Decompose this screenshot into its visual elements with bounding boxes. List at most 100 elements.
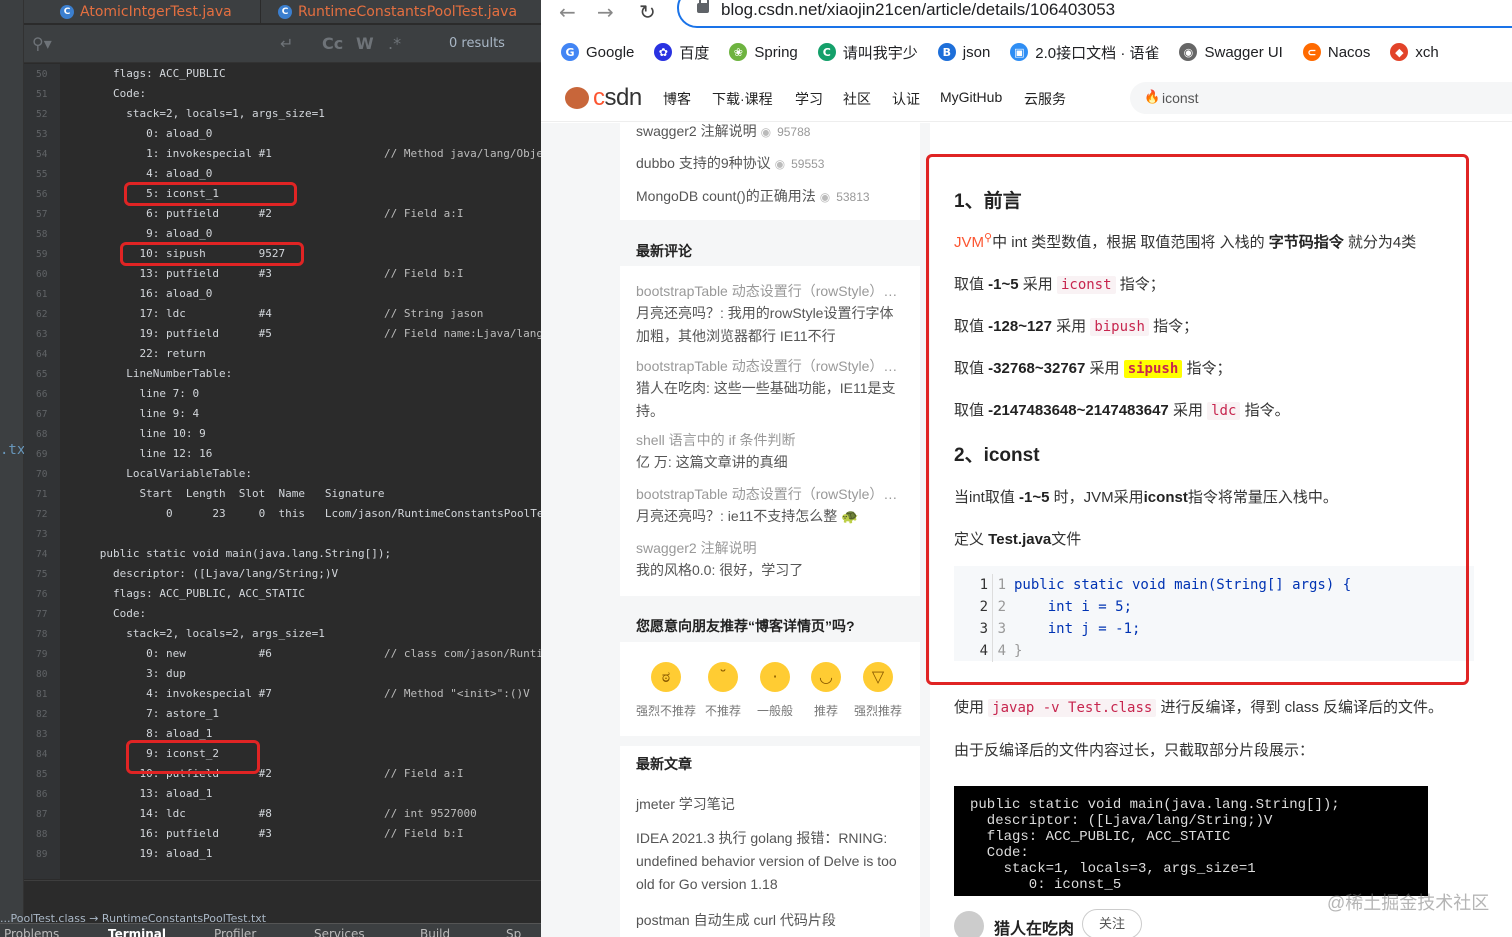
- avatar[interactable]: [954, 911, 984, 937]
- match-case-icon[interactable]: Cc: [322, 34, 343, 53]
- code-line[interactable]: 71 Start Length Slot Name Signature: [24, 484, 541, 504]
- comment-article-link[interactable]: swagger2 注解说明: [636, 538, 906, 558]
- hot-article-item[interactable]: MongoDB count()的正确用法 ◉ 53813: [636, 186, 870, 206]
- code-line[interactable]: 69 line 12: 16: [24, 444, 541, 464]
- code-line[interactable]: 89 19: aload_1: [24, 844, 541, 864]
- code-line[interactable]: 82 7: astore_1: [24, 704, 541, 724]
- whole-words-icon[interactable]: W: [356, 34, 374, 53]
- comment-article-link[interactable]: bootstrapTable 动态设置行（rowStyle）…: [636, 356, 906, 376]
- tool-terminal[interactable]: Terminal: [108, 927, 166, 937]
- code-line[interactable]: 54 1: invokespecial #1 // Method java/lan…: [24, 144, 541, 164]
- code-line[interactable]: 77 Code:: [24, 604, 541, 624]
- nav-blog[interactable]: 博客: [655, 89, 703, 127]
- back-icon[interactable]: ←: [559, 0, 576, 24]
- code-line[interactable]: 64 22: return: [24, 344, 541, 364]
- code-line[interactable]: 85 10: putfield #2// Field a:I: [24, 764, 541, 784]
- search-icon[interactable]: ⚲▾: [32, 34, 52, 53]
- nav-mygithub[interactable]: MyGitHub: [940, 89, 1002, 105]
- code-line[interactable]: 86 13: aload_1: [24, 784, 541, 804]
- hot-article-item[interactable]: swagger2 注解说明 ◉ 95788: [636, 121, 810, 141]
- nav-download-course[interactable]: 下载·课程: [712, 89, 773, 109]
- bookmark-item[interactable]: ▣ 2.0接口文档 · 语雀: [1010, 42, 1159, 63]
- bookmark-item[interactable]: Bjson: [937, 43, 990, 61]
- hot-article-item[interactable]: dubbo 支持的9种协议 ◉ 59553: [636, 153, 824, 173]
- code-line[interactable]: 63 19: putfield #5 // Field name:Ljava/la…: [24, 324, 541, 344]
- code-line[interactable]: 66 line 7: 0: [24, 384, 541, 404]
- bookmark-item[interactable]: ⊂ Nacos: [1302, 43, 1370, 61]
- code-line[interactable]: 76 flags: ACC_PUBLIC, ACC_STATIC: [24, 584, 541, 604]
- lock-icon[interactable]: [697, 0, 709, 13]
- code-line[interactable]: 51 Code:: [24, 84, 541, 104]
- code-line[interactable]: 60 13: putfield #3 // Field b:I: [24, 264, 541, 284]
- code-line[interactable]: 61 16: aload_0: [24, 284, 541, 304]
- code-line[interactable]: 67 line 9: 4: [24, 404, 541, 424]
- ide-window: .tx C AtomicIntgerTest.java C RuntimeCon…: [0, 0, 541, 937]
- nav-community[interactable]: 社区: [843, 89, 871, 109]
- nav-learn[interactable]: 学习: [795, 89, 823, 109]
- project-file-label[interactable]: .tx: [0, 442, 25, 458]
- code-line[interactable]: 62 17: ldc #4 // String jason: [24, 304, 541, 324]
- tool-profiler[interactable]: Profiler: [214, 927, 256, 937]
- code-line[interactable]: 74 public static void main(java.lang.Str…: [24, 544, 541, 564]
- code-line[interactable]: 79 0: new #6 // class com/jason/Runtim: [24, 644, 541, 664]
- comment-article-link[interactable]: bootstrapTable 动态设置行（rowStyle）…: [636, 281, 906, 301]
- bytecode-block[interactable]: public static void main(java.lang.String…: [954, 786, 1428, 896]
- bytecode-line: 0: iconst_5: [970, 877, 1122, 893]
- code-line[interactable]: 68 line 10: 9: [24, 424, 541, 444]
- bookmark-item[interactable]: ❀ Spring: [729, 43, 798, 61]
- tool-sp[interactable]: Sp: [506, 927, 521, 937]
- bookmark-item[interactable]: C 请叫我宇少: [817, 42, 918, 63]
- code-text: 0: aload_0: [60, 127, 213, 140]
- bookmark-item[interactable]: ◉ Swagger UI: [1179, 43, 1283, 61]
- code-line[interactable]: 75 descriptor: ([Ljava/lang/String;)V: [24, 564, 541, 584]
- code-line[interactable]: 80 3: dup: [24, 664, 541, 684]
- url-text[interactable]: blog.csdn.net/xiaojin21cen/article/detai…: [721, 0, 1115, 20]
- nav-cert[interactable]: 认证: [892, 89, 920, 109]
- code-comment: // Method "<init>":()V: [384, 687, 530, 700]
- latest-article-item[interactable]: postman 自动生成 curl 代码片段: [636, 909, 906, 932]
- code-line[interactable]: 52 stack=2, locals=1, args_size=1: [24, 104, 541, 124]
- bookmark-item[interactable]: G Google: [561, 43, 634, 61]
- bookmark-item[interactable]: ✿ 百度: [654, 42, 709, 63]
- tool-problems[interactable]: Problems: [4, 927, 59, 937]
- code-line[interactable]: 88 16: putfield #3 // Field b:I: [24, 824, 541, 844]
- bookmark-item[interactable]: ◆ xch: [1390, 43, 1439, 61]
- regex-icon[interactable]: .*: [388, 34, 401, 53]
- forward-icon[interactable]: →: [597, 0, 614, 24]
- tool-services[interactable]: Services: [314, 927, 365, 937]
- nav-cloud[interactable]: 云服务: [1024, 89, 1066, 109]
- code-line[interactable]: 53 0: aload_0: [24, 124, 541, 144]
- code-line[interactable]: 65 LineNumberTable:: [24, 364, 541, 384]
- code-line[interactable]: 84 9: iconst_2: [24, 744, 541, 764]
- code-line[interactable]: 72 0 23 0 this Lcom/jason/RuntimeConstan…: [24, 504, 541, 524]
- author-name[interactable]: 猎人在吃肉: [994, 915, 1074, 937]
- follow-button[interactable]: 关注: [1082, 909, 1142, 937]
- comment-article-link[interactable]: bootstrapTable 动态设置行（rowStyle）…: [636, 484, 906, 504]
- code-line[interactable]: 57 6: putfield #2 // Field a:I: [24, 204, 541, 224]
- line-number: 62: [36, 309, 48, 320]
- code-line[interactable]: 55 4: aload_0: [24, 164, 541, 184]
- rating-yes[interactable]: ◡ 推荐: [796, 662, 856, 719]
- editor-tab-runtime[interactable]: C RuntimeConstantsPoolTest.java: [270, 0, 525, 24]
- latest-article-item[interactable]: IDEA 2021.3 执行 golang 报错：RNING: undefine…: [636, 827, 906, 896]
- code-line[interactable]: 83 8: aload_1: [24, 724, 541, 744]
- reload-icon[interactable]: ↻: [639, 0, 656, 24]
- rating-no[interactable]: ˘ 不推荐: [693, 662, 753, 719]
- code-line[interactable]: 78 stack=2, locals=2, args_size=1: [24, 624, 541, 644]
- new-line-icon[interactable]: ↵: [280, 34, 293, 53]
- code-line[interactable]: 87 14: ldc #8 // int 9527000: [24, 804, 541, 824]
- latest-article-item[interactable]: jmeter 学习笔记: [636, 793, 906, 816]
- code-line[interactable]: 81 4: invokespecial #7 // Method "<init>"…: [24, 684, 541, 704]
- address-bar[interactable]: blog.csdn.net/xiaojin21cen/article/detai…: [677, 0, 1512, 28]
- rating-strong-no[interactable]: ಠ 强烈不推荐: [636, 662, 696, 719]
- csdn-search-input[interactable]: 🔥 iconst: [1130, 82, 1512, 114]
- comment-article-link[interactable]: shell 语言中的 if 条件判断: [636, 430, 906, 450]
- csdn-logo[interactable]: csdn: [565, 84, 642, 112]
- tool-build[interactable]: Build: [420, 927, 450, 937]
- code-line[interactable]: 58 9: aload_0: [24, 224, 541, 244]
- code-line[interactable]: 50 flags: ACC_PUBLIC: [24, 64, 541, 84]
- code-line[interactable]: 73: [24, 524, 541, 544]
- code-line[interactable]: 70 LocalVariableTable:: [24, 464, 541, 484]
- rating-strong-yes[interactable]: ▽ 强烈推荐: [848, 662, 908, 719]
- editor-tab-atomic[interactable]: C AtomicIntgerTest.java: [52, 0, 240, 24]
